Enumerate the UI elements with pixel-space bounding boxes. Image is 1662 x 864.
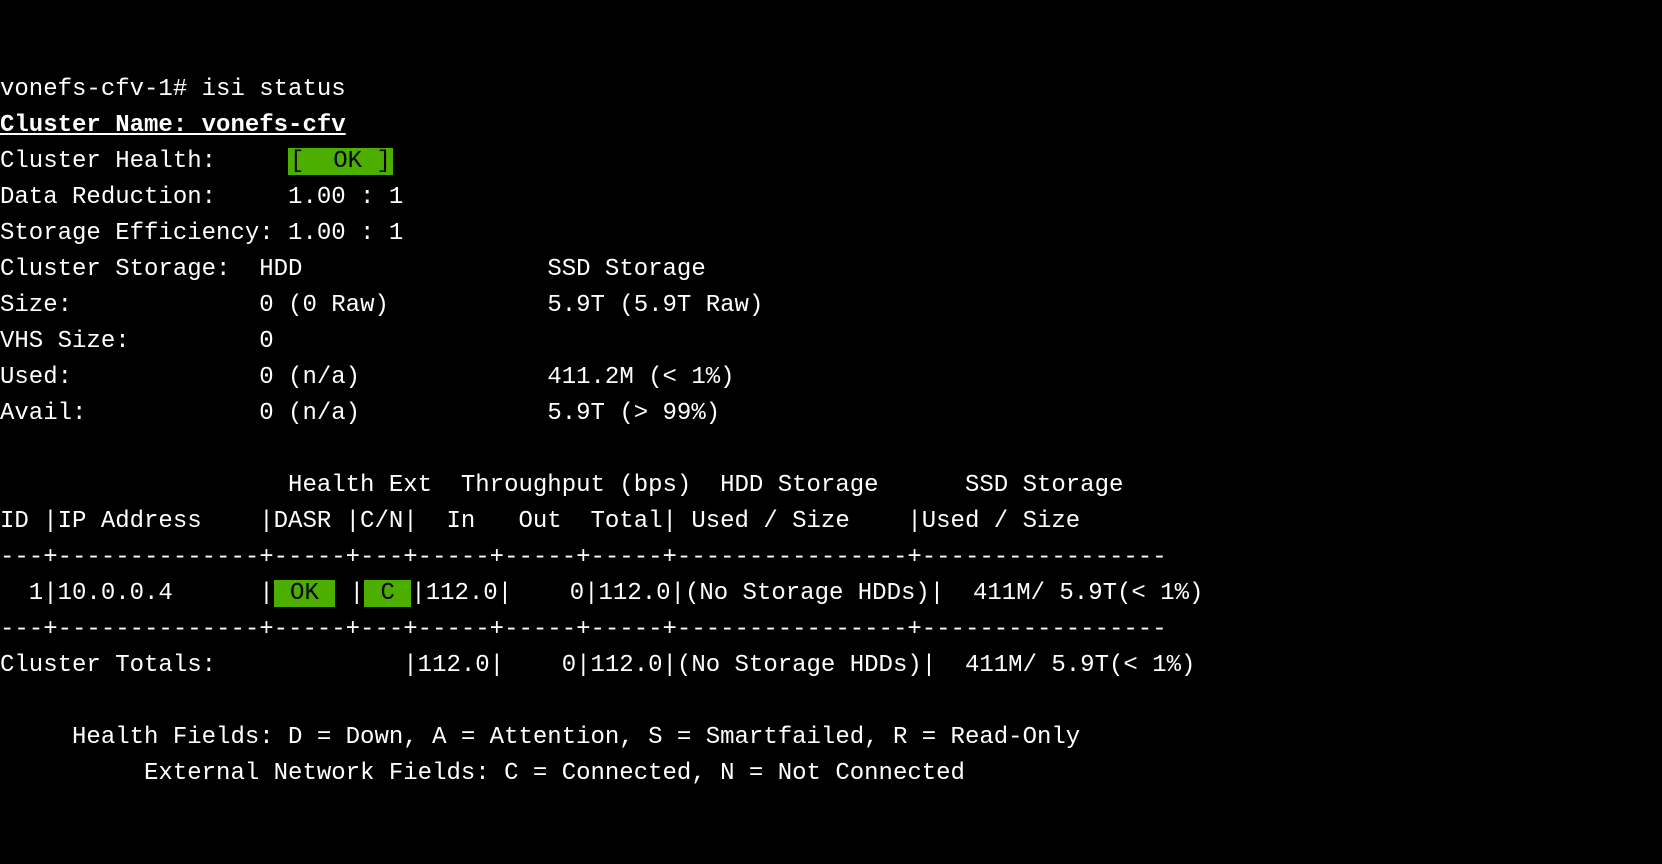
- table-divider-2: ---+--------------+-----+---+-----+-----…: [0, 616, 1167, 643]
- data-reduction-value: 1.00 : 1: [288, 184, 403, 211]
- legend-health: Health Fields: D = Down, A = Attention, …: [0, 724, 1080, 751]
- prompt-hostname: vonefs-cfv-1: [0, 76, 173, 103]
- hdd-header: HDD: [259, 256, 302, 283]
- legend-network: External Network Fields: C = Connected, …: [0, 760, 965, 787]
- ssd-header: SSD Storage: [547, 256, 705, 283]
- avail-hdd: 0 (n/a): [259, 400, 360, 427]
- data-reduction-label: Data Reduction:: [0, 184, 288, 211]
- size-hdd: 0 (0 Raw): [259, 292, 389, 319]
- table-header-1: Health Ext Throughput (bps) HDD Storage …: [0, 472, 1123, 499]
- cluster-health-label: Cluster Health:: [0, 148, 288, 175]
- table-row-suffix: |112.0| 0|112.0|(No Storage HDDs)| 411M/…: [411, 580, 1203, 607]
- command: isi status: [202, 76, 346, 103]
- storage-efficiency-value: 1.00 : 1: [288, 220, 403, 247]
- vhs-label: VHS Size:: [0, 328, 259, 355]
- avail-label: Avail:: [0, 400, 259, 427]
- cluster-storage-label: Cluster Storage:: [0, 256, 259, 283]
- ext-c-badge: C: [364, 580, 411, 607]
- vhs-value: 0: [259, 328, 273, 355]
- cluster-name-label: Cluster Name:: [0, 112, 202, 139]
- storage-efficiency-label: Storage Efficiency:: [0, 220, 288, 247]
- used-hdd: 0 (n/a): [259, 364, 360, 391]
- used-ssd: 411.2M (< 1%): [547, 364, 734, 391]
- ok-badge: [ OK ]: [288, 148, 393, 175]
- used-label: Used:: [0, 364, 259, 391]
- table-divider: ---+--------------+-----+---+-----+-----…: [0, 544, 1167, 571]
- table-row-mid1: |: [335, 580, 364, 607]
- avail-ssd: 5.9T (> 99%): [547, 400, 720, 427]
- table-row-prefix: 1|10.0.0.4 |: [0, 580, 274, 607]
- cluster-totals: Cluster Totals: |112.0| 0|112.0|(No Stor…: [0, 652, 1195, 679]
- table-header-2: ID |IP Address |DASR |C/N| In Out Total|…: [0, 508, 1080, 535]
- cluster-name-value: vonefs-cfv: [202, 112, 346, 139]
- size-ssd: 5.9T (5.9T Raw): [547, 292, 763, 319]
- health-ok-badge: OK: [274, 580, 336, 607]
- size-label: Size:: [0, 292, 259, 319]
